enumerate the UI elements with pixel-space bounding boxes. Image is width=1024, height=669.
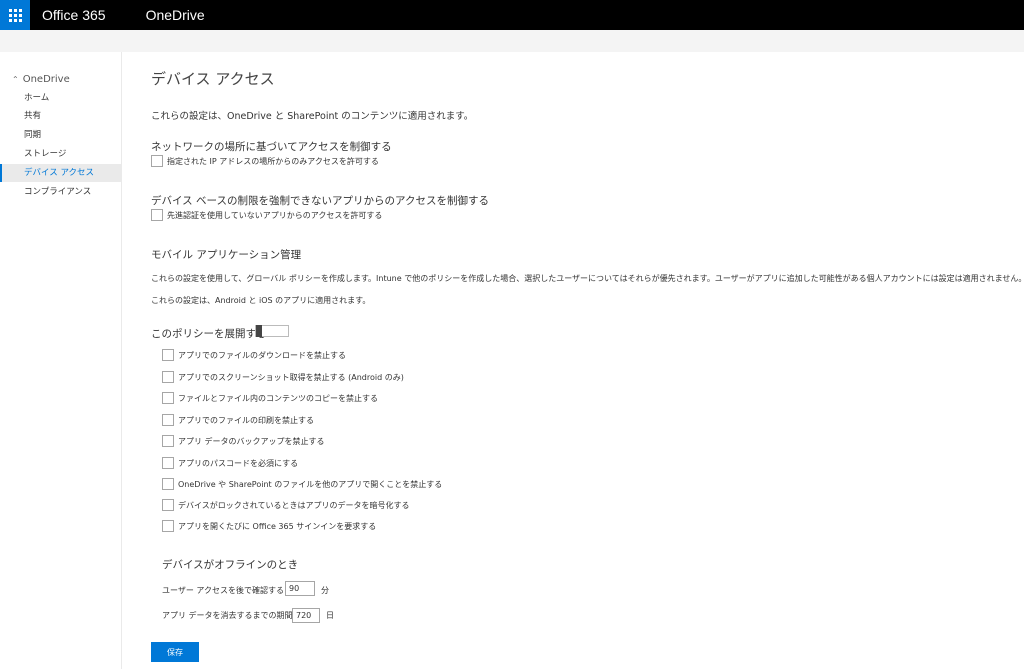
mam-option-label: アプリでのファイルの印刷を禁止する	[178, 415, 314, 425]
mam-option-checkbox[interactable]	[162, 520, 174, 532]
mam-option-label: デバイスがロックされているときはアプリのデータを暗号化する	[178, 500, 410, 510]
suite-bar: Office 365 OneDrive	[0, 0, 1024, 30]
toggle-thumb	[256, 325, 262, 337]
mam-option-checkbox[interactable]	[162, 478, 174, 490]
wipe-label: アプリ データを消去するまでの期間	[162, 611, 293, 620]
chevron-up-icon: ⌃	[12, 75, 19, 84]
mam-option-checkbox[interactable]	[162, 392, 174, 404]
mam-option[interactable]: アプリ データのバックアップを禁止する	[162, 435, 325, 447]
mam-option-checkbox[interactable]	[162, 414, 174, 426]
mam-option[interactable]: アプリでのファイルのダウンロードを禁止する	[162, 349, 346, 361]
save-button[interactable]: 保存	[151, 642, 199, 662]
app-name[interactable]: OneDrive	[146, 7, 205, 23]
mam-option-label: アプリでのファイルのダウンロードを禁止する	[178, 350, 346, 360]
device-based-heading: デバイス ベースの制限を強制できないアプリからのアクセスを制御する	[151, 195, 489, 207]
command-strip	[0, 30, 1024, 52]
recheck-unit: 分	[321, 586, 329, 595]
network-heading: ネットワークの場所に基づいてアクセスを制御する	[151, 141, 392, 153]
left-nav: ⌃ OneDrive ホーム 共有 同期 ストレージ デバイス アクセス コンプ…	[0, 52, 122, 669]
nav-item-storage[interactable]: ストレージ	[0, 145, 122, 163]
nav-root-label: OneDrive	[22, 74, 70, 85]
mam-option[interactable]: ファイルとファイル内のコンテンツのコピーを禁止する	[162, 392, 378, 404]
nav-root-onedrive[interactable]: ⌃ OneDrive	[12, 74, 70, 85]
network-checkbox-label: 指定された IP アドレスの場所からのみアクセスを許可する	[167, 156, 379, 166]
mam-option[interactable]: アプリを開くたびに Office 365 サインインを要求する	[162, 520, 376, 532]
mam-option[interactable]: アプリでのスクリーンショット取得を禁止する (Android のみ)	[162, 371, 404, 383]
mam-option[interactable]: OneDrive や SharePoint のファイルを他のアプリで開くことを禁…	[162, 478, 442, 490]
recheck-label: ユーザー アクセスを後で確認する	[162, 586, 284, 595]
offline-heading: デバイスがオフラインのとき	[162, 559, 299, 571]
mam-option[interactable]: アプリでのファイルの印刷を禁止する	[162, 414, 314, 426]
mam-description-2: これらの設定は、Android と iOS のアプリに適用されます。	[151, 296, 371, 305]
nav-item-compliance[interactable]: コンプライアンス	[0, 183, 122, 201]
network-checkbox[interactable]	[151, 155, 163, 167]
mam-description-1: これらの設定を使用して、グローバル ポリシーを作成します。Intune で他のポ…	[151, 274, 1024, 283]
deploy-policy-label: このポリシーを展開する	[151, 328, 267, 340]
deploy-policy-toggle[interactable]	[255, 325, 289, 337]
intro-text: これらの設定は、OneDrive と SharePoint のコンテンツに適用さ…	[151, 111, 474, 122]
mam-option-checkbox[interactable]	[162, 457, 174, 469]
nav-item-shared[interactable]: 共有	[0, 107, 122, 125]
nav-item-home[interactable]: ホーム	[0, 89, 122, 107]
mam-option-checkbox[interactable]	[162, 435, 174, 447]
nav-item-device-access[interactable]: デバイス アクセス	[0, 164, 122, 182]
mam-option-checkbox[interactable]	[162, 349, 174, 361]
network-option[interactable]: 指定された IP アドレスの場所からのみアクセスを許可する	[151, 155, 379, 167]
mam-heading: モバイル アプリケーション管理	[151, 249, 302, 261]
mam-option-checkbox[interactable]	[162, 499, 174, 511]
mam-option-label: アプリを開くたびに Office 365 サインインを要求する	[178, 521, 377, 531]
mam-option[interactable]: アプリのパスコードを必須にする	[162, 457, 298, 469]
brand-office365[interactable]: Office 365	[42, 7, 106, 23]
waffle-icon[interactable]	[0, 0, 30, 30]
device-based-checkbox-label: 先進認証を使用していないアプリからのアクセスを許可する	[167, 210, 383, 220]
mam-option-label: ファイルとファイル内のコンテンツのコピーを禁止する	[178, 393, 378, 403]
mam-option[interactable]: デバイスがロックされているときはアプリのデータを暗号化する	[162, 499, 410, 511]
mam-option-label: アプリのパスコードを必須にする	[178, 458, 299, 468]
wipe-unit: 日	[326, 611, 334, 620]
mam-option-label: アプリでのスクリーンショット取得を禁止する (Android のみ)	[178, 372, 404, 382]
page-title: デバイス アクセス	[151, 70, 275, 88]
device-based-checkbox[interactable]	[151, 209, 163, 221]
recheck-input[interactable]	[285, 581, 315, 596]
device-based-option[interactable]: 先進認証を使用していないアプリからのアクセスを許可する	[151, 209, 382, 221]
wipe-input[interactable]	[292, 608, 320, 623]
mam-option-label: OneDrive や SharePoint のファイルを他のアプリで開くことを禁…	[178, 479, 443, 489]
mam-option-checkbox[interactable]	[162, 371, 174, 383]
nav-item-sync[interactable]: 同期	[0, 126, 122, 144]
mam-option-label: アプリ データのバックアップを禁止する	[178, 436, 325, 446]
